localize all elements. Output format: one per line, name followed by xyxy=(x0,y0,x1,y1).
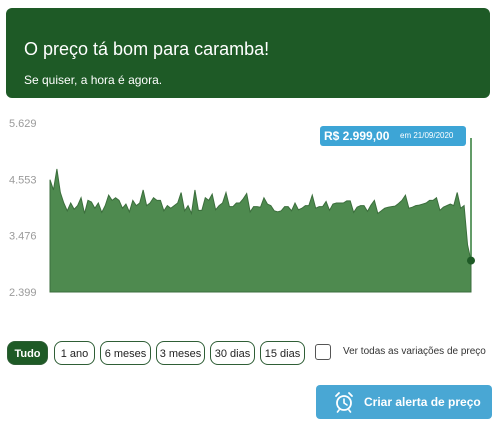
y-tick-label: 4.553 xyxy=(9,174,37,186)
y-tick-label: 5.629 xyxy=(9,118,37,130)
range-button-1-year[interactable]: 1 ano xyxy=(54,341,95,365)
verdict-subtitle: Se quiser, a hora é agora. xyxy=(24,73,163,87)
show-all-variations-checkbox[interactable] xyxy=(315,344,331,360)
tooltip-date: em 21/09/2020 xyxy=(400,131,454,140)
price-area xyxy=(49,168,472,293)
range-button-6-months[interactable]: 6 meses xyxy=(100,341,151,365)
verdict-title: O preço tá bom para caramba! xyxy=(24,39,270,59)
range-button-30-days[interactable]: 30 dias xyxy=(210,341,255,365)
show-all-variations-label: Ver todas as variações de preço xyxy=(343,346,486,357)
range-button-15-days[interactable]: 15 dias xyxy=(260,341,305,365)
price-verdict-banner: O preço tá bom para caramba! Se quiser, … xyxy=(6,8,490,98)
range-button-all[interactable]: Tudo xyxy=(7,341,48,365)
create-price-alert-label: Criar alerta de preço xyxy=(364,395,481,409)
tooltip-price: R$ 2.999,00 xyxy=(324,129,390,143)
price-tooltip: R$ 2.999,00 em 21/09/2020 xyxy=(320,126,466,146)
y-axis-ticks: 5.629 4.553 3.476 2.399 xyxy=(9,118,37,299)
y-tick-label: 3.476 xyxy=(9,231,37,243)
alarm-clock-icon xyxy=(334,391,354,418)
range-button-3-months[interactable]: 3 meses xyxy=(156,341,205,365)
y-tick-label: 2.399 xyxy=(9,287,37,299)
create-price-alert-button[interactable]: Criar alerta de preço xyxy=(316,385,492,419)
highlight-point[interactable] xyxy=(467,256,475,265)
